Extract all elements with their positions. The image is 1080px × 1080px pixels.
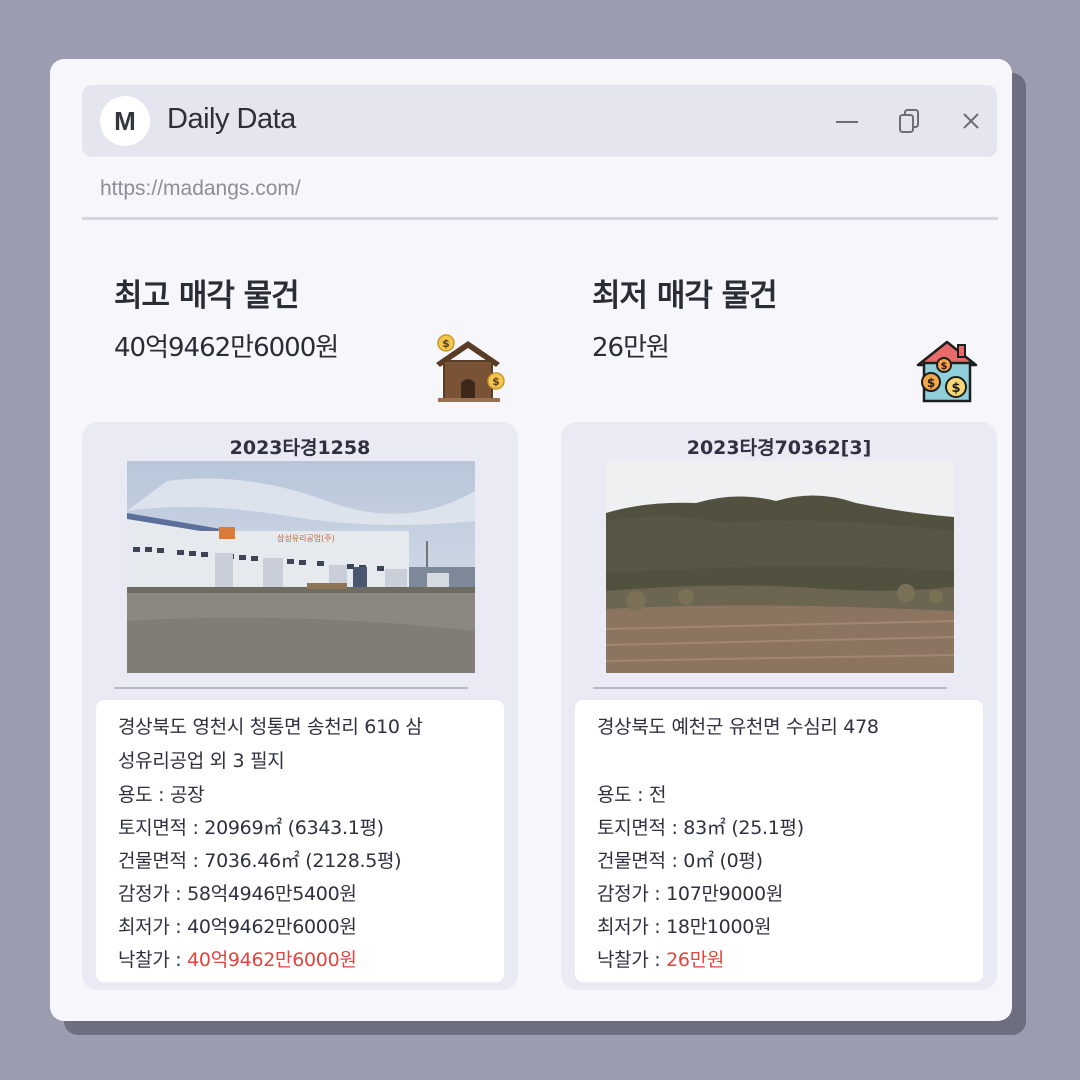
address-line: 경상북도 영천시 청통면 송천리 610 삼: [118, 716, 423, 738]
property-details: 경상북도 영천시 청통면 송천리 610 삼 성유리공업 외 3 필지 용도 :…: [96, 700, 504, 982]
app-title: Daily Data: [167, 103, 296, 135]
winning-bid-value: 26만원: [666, 949, 725, 971]
winning-bid: 낙찰가 : 40억9462만6000원: [118, 945, 357, 972]
house-coins-icon: $ $ $: [916, 340, 978, 403]
close-icon: [963, 113, 979, 129]
winning-bid-value: 40억9462만6000원: [187, 949, 357, 971]
svg-text:$: $: [941, 361, 948, 372]
case-number: 2023타경70362[3]: [686, 437, 872, 459]
house-money-icon: $ $: [436, 334, 505, 402]
minimum-price: 최저가 : 18만1000원: [597, 916, 772, 938]
appraisal-price: 감정가 : 107만9000원: [597, 883, 783, 905]
winning-bid-label: 낙찰가 :: [597, 949, 667, 971]
minimize-button[interactable]: [831, 105, 863, 137]
hill-photo: [606, 461, 954, 673]
lowest-amount: 26만원: [592, 333, 670, 363]
copy-icon: [899, 109, 919, 133]
building-area: 건물면적 : 7036.46㎡ (2128.5평): [118, 850, 402, 872]
property-details: 경상북도 예천군 유천면 수심리 478 용도 : 전 토지면적 : 83㎡ (…: [575, 700, 983, 982]
usage: 용도 : 전: [597, 784, 667, 806]
title-bar: M Daily Data: [82, 85, 997, 157]
highest-amount: 40억9462만6000원: [114, 333, 339, 363]
browser-window: M Daily Data https://madangs.com/ 최고 매각 …: [50, 59, 1012, 1021]
address-line: 경상북도 예천군 유천면 수심리 478: [597, 716, 879, 738]
svg-text:$: $: [951, 381, 960, 396]
highest-heading: 최고 매각 물건: [114, 278, 300, 314]
card-divider: [114, 687, 468, 689]
url-divider: [82, 217, 998, 220]
winning-bid: 낙찰가 : 26만원: [597, 945, 724, 972]
factory-photo: 삼성유리공업(주): [127, 461, 475, 673]
land-area: 토지면적 : 20969㎡ (6343.1평): [118, 817, 384, 839]
highest-property-card[interactable]: 2023타경1258 삼성유리공업(주) 경상북도 영천시 청통면 송천리 61…: [82, 422, 518, 990]
lowest-property-card[interactable]: 2023타경70362[3] 경상북도 예천군 유천면 수심리 478 용도:…: [561, 422, 997, 990]
land-area: 토지면적 : 83㎡ (25.1평): [597, 817, 804, 839]
case-number: 2023타경1258: [229, 437, 371, 459]
svg-text:$: $: [492, 375, 500, 388]
card-divider: [593, 687, 947, 689]
app-avatar[interactable]: M: [100, 96, 150, 146]
winning-bid-label: 낙찰가 :: [118, 949, 188, 971]
building-area: 건물면적 : 0㎡ (0평): [597, 850, 763, 872]
lowest-heading: 최저 매각 물건: [592, 278, 778, 314]
address-line: 성유리공업 외 3 필지: [118, 750, 285, 772]
factory-sign: 삼성유리공업(주): [277, 533, 335, 543]
copy-button[interactable]: [894, 105, 926, 137]
usage: 용도 : 공장: [118, 784, 205, 806]
minimum-price: 최저가 : 40억9462만6000원: [118, 916, 357, 938]
appraisal-price: 감정가 : 58억4946만5400원: [118, 883, 357, 905]
svg-text:$: $: [442, 337, 450, 350]
svg-text:$: $: [927, 376, 935, 390]
close-button[interactable]: [955, 105, 987, 137]
address-bar-url[interactable]: https://madangs.com/: [100, 177, 301, 201]
minimize-icon: [836, 121, 858, 123]
